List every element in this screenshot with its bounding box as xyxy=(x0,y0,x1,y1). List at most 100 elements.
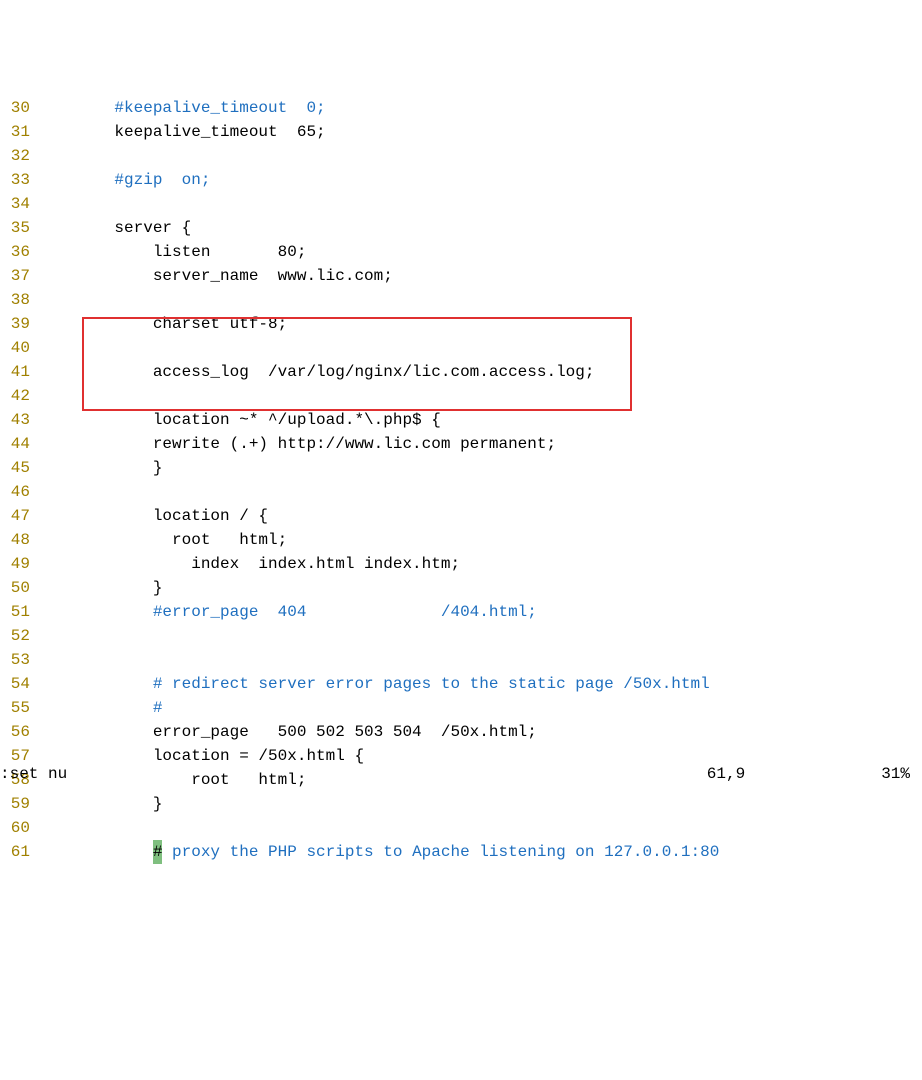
gutter xyxy=(30,120,76,144)
comment-text: # xyxy=(153,696,163,720)
gutter xyxy=(30,840,76,864)
gutter xyxy=(30,624,76,648)
line-number: 31 xyxy=(0,120,30,144)
comment-text: #gzip on; xyxy=(114,168,210,192)
code-line[interactable]: 34 xyxy=(0,192,922,216)
code-line[interactable]: 45 } xyxy=(0,456,922,480)
code-line[interactable]: 43 location ~* ^/upload.*\.php$ { xyxy=(0,408,922,432)
line-number: 32 xyxy=(0,144,30,168)
gutter xyxy=(30,288,76,312)
code-text: root html; xyxy=(76,528,287,552)
line-number: 51 xyxy=(0,600,30,624)
line-number: 35 xyxy=(0,216,30,240)
code-line[interactable]: 36 listen 80; xyxy=(0,240,922,264)
code-text: keepalive_timeout 65; xyxy=(76,120,326,144)
code-text: } xyxy=(76,456,162,480)
gutter xyxy=(30,672,76,696)
line-number: 48 xyxy=(0,528,30,552)
line-number: 56 xyxy=(0,720,30,744)
code-text: } xyxy=(76,576,162,600)
status-command: :set nu xyxy=(0,762,67,786)
comment-text: # redirect server error pages to the sta… xyxy=(153,672,710,696)
code-line[interactable]: 61 # proxy the PHP scripts to Apache lis… xyxy=(0,840,922,864)
code-line[interactable]: 46 xyxy=(0,480,922,504)
code-line[interactable]: 42 xyxy=(0,384,922,408)
code-line[interactable]: 54 # redirect server error pages to the … xyxy=(0,672,922,696)
code-line[interactable]: 44 rewrite (.+) http://www.lic.com perma… xyxy=(0,432,922,456)
gutter xyxy=(30,192,76,216)
line-number: 43 xyxy=(0,408,30,432)
code-text: access_log /var/log/nginx/lic.com.access… xyxy=(76,360,594,384)
line-number: 41 xyxy=(0,360,30,384)
code-line[interactable]: 55 # xyxy=(0,696,922,720)
status-bar: :set nu 61,9 31% xyxy=(0,762,922,786)
gutter xyxy=(30,600,76,624)
gutter xyxy=(30,456,76,480)
code-line[interactable]: 47 location / { xyxy=(0,504,922,528)
line-number: 30 xyxy=(0,96,30,120)
gutter xyxy=(30,792,76,816)
code-text xyxy=(76,696,153,720)
code-line[interactable]: 38 xyxy=(0,288,922,312)
code-line[interactable]: 59 } xyxy=(0,792,922,816)
gutter xyxy=(30,432,76,456)
gutter xyxy=(30,720,76,744)
editor-area[interactable]: 30 #keepalive_timeout 0;31 keepalive_tim… xyxy=(0,96,922,864)
status-spacer xyxy=(67,762,707,786)
code-line[interactable]: 32 xyxy=(0,144,922,168)
code-text xyxy=(76,96,114,120)
code-text: server { xyxy=(76,216,191,240)
code-line[interactable]: 50 } xyxy=(0,576,922,600)
code-text: } xyxy=(76,792,162,816)
line-number: 45 xyxy=(0,456,30,480)
code-line[interactable]: 48 root html; xyxy=(0,528,922,552)
line-number: 54 xyxy=(0,672,30,696)
line-number: 39 xyxy=(0,312,30,336)
gutter xyxy=(30,504,76,528)
code-line[interactable]: 35 server { xyxy=(0,216,922,240)
code-text: location ~* ^/upload.*\.php$ { xyxy=(76,408,441,432)
line-number: 49 xyxy=(0,552,30,576)
code-text: index index.html index.htm; xyxy=(76,552,460,576)
gutter xyxy=(30,96,76,120)
code-line[interactable]: 41 access_log /var/log/nginx/lic.com.acc… xyxy=(0,360,922,384)
line-number: 33 xyxy=(0,168,30,192)
code-line[interactable]: 53 xyxy=(0,648,922,672)
line-number: 37 xyxy=(0,264,30,288)
code-line[interactable]: 56 error_page 500 502 503 504 /50x.html; xyxy=(0,720,922,744)
gutter xyxy=(30,336,76,360)
code-line[interactable]: 60 xyxy=(0,816,922,840)
line-number: 47 xyxy=(0,504,30,528)
code-text xyxy=(76,600,153,624)
gutter xyxy=(30,264,76,288)
gutter xyxy=(30,576,76,600)
code-line[interactable]: 51 #error_page 404 /404.html; xyxy=(0,600,922,624)
code-line[interactable]: 52 xyxy=(0,624,922,648)
gutter xyxy=(30,528,76,552)
gutter xyxy=(30,408,76,432)
code-text: server_name www.lic.com; xyxy=(76,264,393,288)
code-line[interactable]: 31 keepalive_timeout 65; xyxy=(0,120,922,144)
comment-text: #error_page 404 /404.html; xyxy=(153,600,537,624)
line-number: 55 xyxy=(0,696,30,720)
comment-text: proxy the PHP scripts to Apache listenin… xyxy=(162,840,719,864)
status-percent: 31% xyxy=(881,762,922,786)
gutter xyxy=(30,216,76,240)
line-number: 44 xyxy=(0,432,30,456)
line-number: 34 xyxy=(0,192,30,216)
line-number: 38 xyxy=(0,288,30,312)
code-line[interactable]: 39 charset utf-8; xyxy=(0,312,922,336)
gutter xyxy=(30,240,76,264)
line-number: 46 xyxy=(0,480,30,504)
gutter xyxy=(30,144,76,168)
code-line[interactable]: 37 server_name www.lic.com; xyxy=(0,264,922,288)
code-line[interactable]: 40 xyxy=(0,336,922,360)
code-line[interactable]: 49 index index.html index.htm; xyxy=(0,552,922,576)
gutter xyxy=(30,480,76,504)
gutter xyxy=(30,384,76,408)
code-text: listen 80; xyxy=(76,240,306,264)
code-text: charset utf-8; xyxy=(76,312,287,336)
code-text xyxy=(76,672,153,696)
code-line[interactable]: 33 #gzip on; xyxy=(0,168,922,192)
code-line[interactable]: 30 #keepalive_timeout 0; xyxy=(0,96,922,120)
